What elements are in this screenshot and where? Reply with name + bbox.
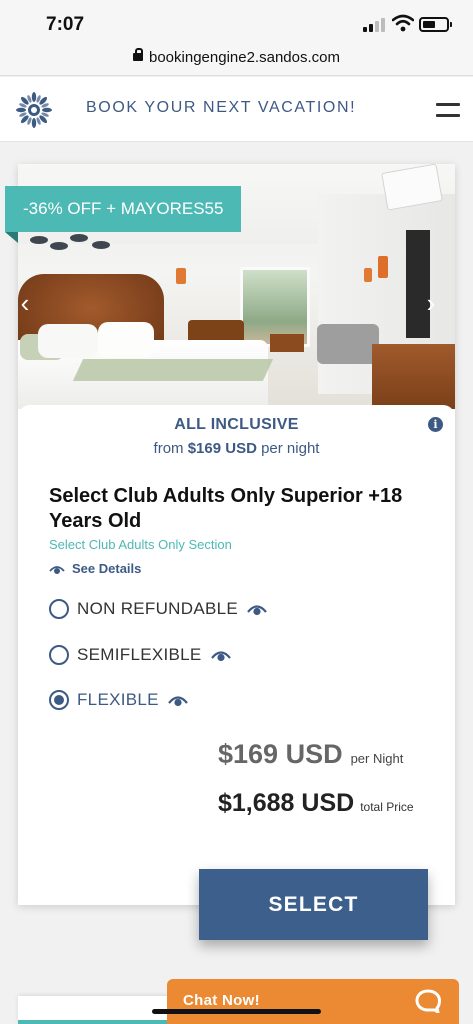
home-indicator [152, 1009, 321, 1014]
next-room-card[interactable] [18, 996, 168, 1024]
total-price: $1,688 USD total Price [218, 789, 414, 818]
address-bar[interactable]: bookingengine2.sandos.com [0, 40, 473, 76]
eye-icon[interactable] [167, 693, 188, 707]
radio-button[interactable] [49, 645, 69, 665]
site-header: BOOK YOUR NEXT VACATION! [0, 77, 473, 142]
rate-label: NON REFUNDABLE [77, 599, 239, 618]
room-section: Select Club Adults Only Section [49, 537, 232, 552]
room-title: Select Club Adults Only Superior +18 Yea… [49, 485, 403, 532]
select-button[interactable]: SELECT [199, 869, 428, 940]
eye-icon[interactable] [247, 602, 267, 616]
night-price: $169 USD per Night [218, 739, 403, 770]
plan-price-prefix: from [153, 440, 188, 457]
rate-label: SEMIFLEXIBLE [77, 645, 202, 664]
night-price-unit: per Night [350, 751, 404, 766]
status-bar: 7:07 [0, 0, 473, 40]
plan-name: ALL INCLUSIVE [174, 416, 299, 433]
see-details-label: See Details [72, 561, 142, 576]
chat-widget[interactable]: Chat Now! [167, 979, 459, 1024]
see-details-link[interactable]: See Details [49, 561, 141, 576]
rate-option-flexible[interactable]: FLEXIBLE [49, 690, 188, 710]
info-icon[interactable]: i [428, 417, 443, 432]
plan-price: from $169 USD per night [18, 440, 455, 457]
next-room-badge [18, 1020, 168, 1024]
eye-icon [49, 565, 65, 574]
chevron-right-icon[interactable]: › [420, 290, 442, 316]
rate-option-semiflexible[interactable]: SEMIFLEXIBLE [49, 645, 231, 665]
rate-label: FLEXIBLE [77, 690, 159, 709]
logo-icon[interactable] [16, 92, 52, 128]
plan-price-suffix: per night [256, 440, 320, 457]
chat-bubble-icon [415, 989, 441, 1013]
room-card: ‹ › -36% OFF + MAYORES55 ALL INCLUSIVE f… [5, 164, 455, 905]
promo-badge: -36% OFF + MAYORES55 [5, 186, 242, 232]
lock-icon [133, 47, 143, 65]
signal-icon [363, 18, 385, 32]
rate-option-non-refundable[interactable]: NON REFUNDABLE [49, 599, 267, 619]
chat-label: Chat Now! [183, 992, 260, 1009]
radio-button[interactable] [49, 599, 69, 619]
promo-badge-fold [5, 232, 18, 243]
radio-button-selected[interactable] [49, 690, 69, 710]
wifi-icon [392, 14, 414, 32]
menu-icon[interactable] [436, 103, 460, 119]
chevron-left-icon[interactable]: ‹ [18, 290, 36, 316]
total-price-unit: total Price [360, 800, 414, 814]
battery-icon [419, 17, 452, 32]
plan-price-value: $169 USD [187, 440, 257, 457]
url-text: bookingengine2.sandos.com [149, 49, 340, 66]
status-time: 7:07 [46, 14, 85, 35]
header-title: BOOK YOUR NEXT VACATION! [86, 99, 357, 116]
night-price-amount: $169 USD [218, 739, 343, 769]
total-price-amount: $1,688 USD [218, 789, 355, 817]
room-info-panel: ALL INCLUSIVE from $169 USD per night i … [18, 405, 455, 905]
eye-icon[interactable] [210, 648, 231, 662]
